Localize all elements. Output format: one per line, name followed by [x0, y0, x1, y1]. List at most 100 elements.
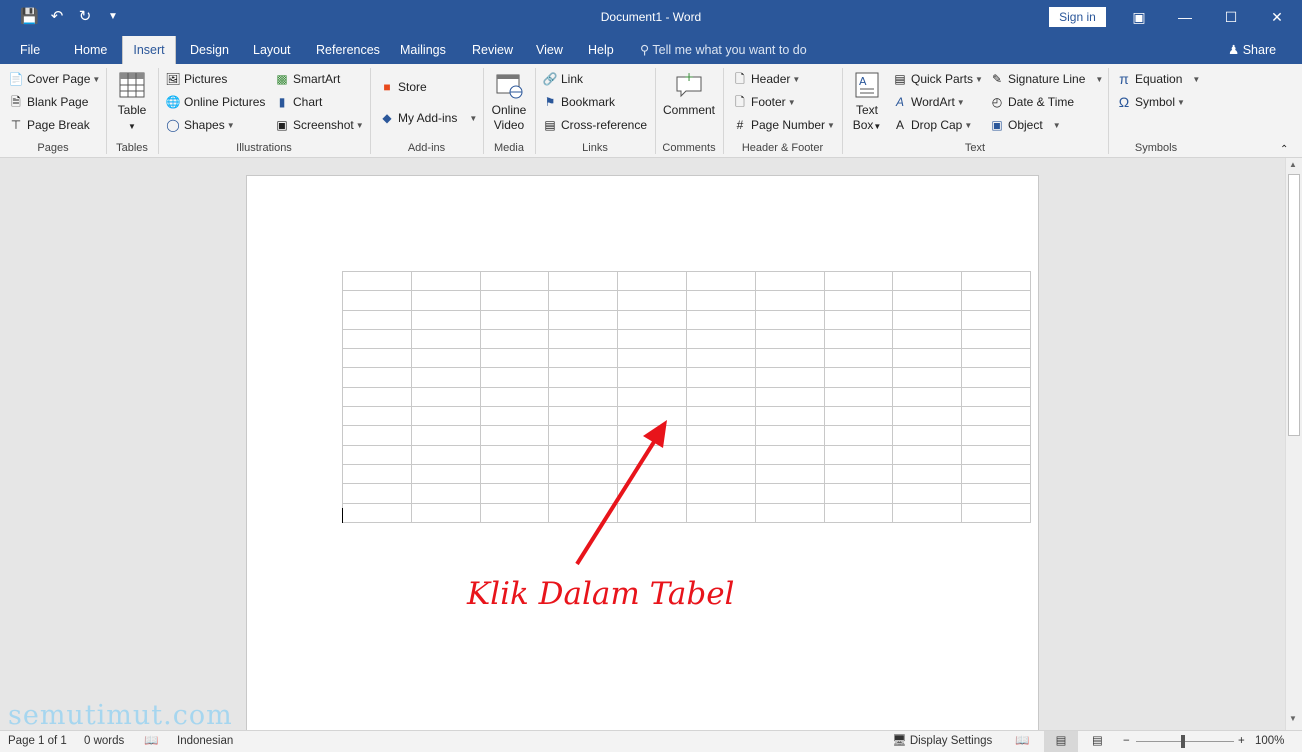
tab-review[interactable]: Review: [472, 36, 513, 64]
table-cell[interactable]: [754, 425, 825, 446]
table-cell[interactable]: [892, 367, 963, 388]
table-cell[interactable]: [892, 328, 963, 350]
shapes-button[interactable]: ◯ Shapes ▼: [165, 116, 234, 134]
table-cell[interactable]: [823, 309, 894, 330]
table-cell[interactable]: [892, 309, 963, 330]
date-time-button[interactable]: ◴ Date & Time: [989, 93, 1074, 111]
table-cell[interactable]: [892, 270, 963, 292]
table-cell[interactable]: [685, 425, 756, 446]
table-cell[interactable]: [479, 502, 550, 523]
table-cell[interactable]: [410, 483, 481, 504]
cross-reference-button[interactable]: ▤ Cross-reference: [542, 116, 647, 134]
tab-layout[interactable]: Layout: [253, 36, 291, 64]
table-cell[interactable]: [961, 309, 1031, 330]
table-cell[interactable]: [754, 406, 825, 427]
table-cell[interactable]: [617, 309, 687, 330]
table-cell[interactable]: [342, 386, 412, 408]
zoom-out-icon[interactable]: −: [1123, 731, 1130, 752]
collapse-ribbon-icon[interactable]: ⌃: [1280, 142, 1288, 156]
table-cell[interactable]: [548, 328, 619, 350]
table-cell[interactable]: [342, 406, 412, 427]
table-cell[interactable]: [342, 309, 412, 330]
table-cell[interactable]: [961, 328, 1031, 350]
table-cell[interactable]: [685, 386, 756, 408]
tab-help[interactable]: Help: [588, 36, 614, 64]
zoom-slider[interactable]: [1136, 741, 1234, 742]
tab-file[interactable]: File: [20, 36, 40, 64]
language[interactable]: Indonesian: [177, 731, 233, 752]
word-count[interactable]: 0 words: [84, 731, 124, 752]
table-cell[interactable]: [617, 386, 687, 408]
table-cell[interactable]: [685, 367, 756, 388]
scroll-up-icon[interactable]: ▲: [1289, 160, 1297, 169]
document-page[interactable]: Klik Dalam Tabel: [246, 175, 1039, 730]
table-cell[interactable]: [823, 502, 894, 523]
table-cell[interactable]: [617, 348, 687, 369]
table-cell[interactable]: [548, 367, 619, 388]
table-cell[interactable]: [617, 270, 687, 292]
table-cell[interactable]: [892, 483, 963, 504]
tab-references[interactable]: References: [316, 36, 380, 64]
quick-parts-button[interactable]: ▤ Quick Parts ▼: [892, 70, 983, 88]
table-cell[interactable]: [754, 502, 825, 523]
tab-mailings[interactable]: Mailings: [400, 36, 446, 64]
page-number-button[interactable]: # Page Number ▼: [732, 116, 835, 134]
table-cell[interactable]: [823, 290, 894, 311]
blank-page-button[interactable]: 🗎 Blank Page: [8, 93, 88, 111]
table-cell[interactable]: [892, 502, 963, 523]
table-cell[interactable]: [479, 348, 550, 369]
table-cell[interactable]: [410, 463, 481, 485]
table-cell[interactable]: [892, 463, 963, 485]
drop-cap-button[interactable]: A Drop Cap ▼: [892, 116, 972, 134]
table-cell[interactable]: [410, 328, 481, 350]
web-layout-icon[interactable]: ▤: [1092, 731, 1103, 752]
tab-design[interactable]: Design: [190, 36, 229, 64]
table-cell[interactable]: [685, 502, 756, 523]
table-cell[interactable]: [410, 348, 481, 369]
table-cell[interactable]: [548, 309, 619, 330]
table-cell[interactable]: [961, 406, 1031, 427]
zoom-in-icon[interactable]: +: [1238, 731, 1245, 752]
table-cell[interactable]: [342, 463, 412, 485]
table-cell[interactable]: [754, 483, 825, 504]
table-cell[interactable]: [961, 463, 1031, 485]
display-settings-button[interactable]: 🖥 Display Settings: [892, 731, 992, 752]
scrollbar-thumb[interactable]: [1288, 174, 1300, 436]
tab-view[interactable]: View: [536, 36, 563, 64]
page-count[interactable]: Page 1 of 1: [8, 731, 67, 752]
object-button[interactable]: ▣ Object ▼: [989, 116, 1060, 134]
wordart-button[interactable]: A WordArt ▼: [892, 93, 965, 111]
table-cell[interactable]: [548, 348, 619, 369]
signature-line-button[interactable]: ✎ Signature Line ▼: [989, 70, 1103, 88]
table-cell[interactable]: [754, 328, 825, 350]
table-cell[interactable]: [823, 328, 894, 350]
table-cell[interactable]: [548, 290, 619, 311]
my-addins-button[interactable]: ◆ My Add-ins ▼: [379, 109, 477, 127]
table-cell[interactable]: [823, 406, 894, 427]
online-pictures-button[interactable]: 🌐 Online Pictures: [165, 93, 266, 111]
table-cell[interactable]: [410, 309, 481, 330]
table-cell[interactable]: [342, 348, 412, 369]
share-button[interactable]: ♟ Share: [1228, 36, 1276, 64]
equation-button[interactable]: π Equation ▼: [1116, 70, 1200, 88]
table-cell[interactable]: [479, 406, 550, 427]
tab-home[interactable]: Home: [74, 36, 107, 64]
table-cell[interactable]: [617, 367, 687, 388]
table-cell[interactable]: [961, 270, 1031, 292]
table-cell[interactable]: [342, 328, 412, 350]
table-cell[interactable]: [410, 270, 481, 292]
zoom-level[interactable]: 100%: [1255, 731, 1284, 752]
table-cell[interactable]: [823, 463, 894, 485]
table-cell[interactable]: [479, 463, 550, 485]
store-button[interactable]: ■ Store: [379, 78, 426, 96]
table-cell[interactable]: [685, 348, 756, 369]
smartart-button[interactable]: ▩ SmartArt: [274, 70, 340, 88]
table-cell[interactable]: [754, 270, 825, 292]
table-cell[interactable]: [961, 444, 1031, 465]
table-cell[interactable]: [961, 348, 1031, 369]
table-cell[interactable]: [823, 367, 894, 388]
symbol-button[interactable]: Ω Symbol ▼: [1116, 93, 1185, 111]
table-cell[interactable]: [410, 406, 481, 427]
table-cell[interactable]: [754, 290, 825, 311]
table-cell[interactable]: [410, 367, 481, 388]
